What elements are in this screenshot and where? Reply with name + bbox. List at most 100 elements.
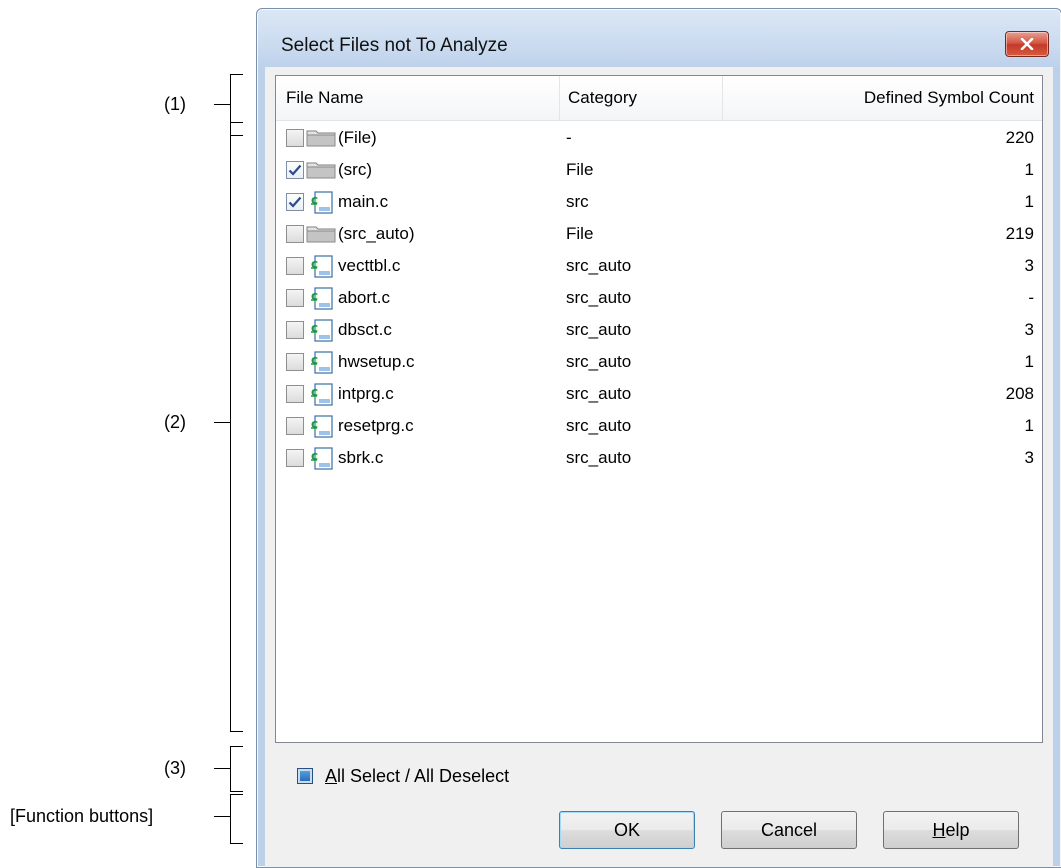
category-cell: src_auto	[566, 416, 632, 435]
c-file-icon: c	[310, 446, 336, 477]
close-x-icon	[1020, 38, 1034, 50]
symbol-count-cell: 1	[1024, 160, 1034, 179]
svg-text:c: c	[311, 449, 318, 463]
checkbox-unchecked[interactable]	[286, 449, 304, 467]
file-name-cell: (src_auto)	[338, 224, 415, 243]
ok-button[interactable]: OK	[559, 811, 695, 849]
checkmark-icon	[288, 196, 302, 208]
symbol-count-cell: -	[1028, 288, 1034, 307]
c-file-icon: c	[310, 414, 336, 445]
annotation-2-tick	[214, 422, 230, 423]
c-file-icon: c	[310, 190, 336, 221]
annotation-3-label: (3)	[164, 758, 186, 778]
annotation-3-bracket	[230, 746, 243, 792]
folder-icon	[306, 222, 336, 249]
symbol-count-cell: 208	[1005, 384, 1034, 403]
select-files-dialog: Select Files not To Analyze File Name Ca…	[256, 8, 1061, 868]
category-cell: src_auto	[566, 352, 632, 371]
svg-text:c: c	[311, 417, 318, 431]
list-header: File Name Category Defined Symbol Count	[276, 76, 1042, 121]
table-row[interactable]: (File) - 220	[276, 122, 1042, 154]
function-buttons-annotation-bracket	[230, 794, 243, 844]
checkmark-icon	[288, 164, 302, 176]
checkbox-unchecked[interactable]	[286, 289, 304, 307]
annotation-3-tick	[214, 768, 230, 769]
close-button[interactable]	[1005, 31, 1049, 57]
indeterminate-checkbox-icon[interactable]	[297, 768, 313, 784]
symbol-count-cell: 1	[1024, 416, 1034, 435]
table-row[interactable]: c sbrk.c src_auto 3	[276, 442, 1042, 474]
checkbox-unchecked[interactable]	[286, 225, 304, 243]
symbol-count-cell: 1	[1024, 352, 1034, 371]
file-name-cell: resetprg.c	[338, 416, 414, 435]
column-header-defined-symbol-count[interactable]: Defined Symbol Count	[864, 76, 1034, 120]
table-row[interactable]: c dbsct.c src_auto 3	[276, 314, 1042, 346]
c-file-icon: c	[310, 254, 336, 285]
table-row[interactable]: c vecttbl.c src_auto 3	[276, 250, 1042, 282]
column-header-file-name[interactable]: File Name	[286, 76, 363, 120]
file-name-cell: (src)	[338, 160, 372, 179]
svg-text:c: c	[311, 193, 318, 207]
annotation-1-tick	[214, 104, 230, 105]
c-file-icon: c	[310, 318, 336, 349]
dialog-title: Select Files not To Analyze	[281, 35, 508, 56]
function-buttons-annotation-tick	[214, 816, 230, 817]
file-name-cell: vecttbl.c	[338, 256, 401, 275]
file-name-cell: main.c	[338, 192, 389, 211]
table-row[interactable]: (src) File 1	[276, 154, 1042, 186]
file-name-cell: (File)	[338, 128, 377, 147]
c-file-icon: c	[310, 382, 336, 413]
symbol-count-cell: 1	[1024, 192, 1034, 211]
c-file-icon: c	[310, 286, 336, 317]
category-cell: File	[566, 224, 594, 243]
table-row[interactable]: c abort.c src_auto -	[276, 282, 1042, 314]
checkbox-unchecked[interactable]	[286, 385, 304, 403]
checkbox-checked[interactable]	[286, 193, 304, 211]
table-row[interactable]: c main.c src 1	[276, 186, 1042, 218]
column-divider[interactable]	[722, 76, 723, 120]
category-cell: src_auto	[566, 320, 632, 339]
function-buttons-annotation-label: [Function buttons]	[10, 806, 154, 826]
checkbox-unchecked[interactable]	[286, 257, 304, 275]
dialog-client-area: File Name Category Defined Symbol Count …	[265, 67, 1053, 867]
all-select-toggle[interactable]: All Select / All Deselect	[297, 761, 509, 791]
category-cell: -	[566, 128, 572, 147]
folder-icon	[306, 126, 336, 153]
checkbox-unchecked[interactable]	[286, 417, 304, 435]
column-header-category[interactable]: Category	[568, 76, 637, 120]
checkbox-checked[interactable]	[286, 161, 304, 179]
cancel-button[interactable]: Cancel	[721, 811, 857, 849]
category-cell: src_auto	[566, 288, 632, 307]
file-name-cell: intprg.c	[338, 384, 394, 403]
category-cell: src_auto	[566, 384, 632, 403]
symbol-count-cell: 219	[1005, 224, 1034, 243]
file-name-cell: sbrk.c	[338, 448, 384, 467]
table-row[interactable]: c intprg.c src_auto 208	[276, 378, 1042, 410]
annotation-2-bracket	[230, 122, 243, 732]
file-list[interactable]: File Name Category Defined Symbol Count …	[275, 75, 1043, 743]
file-name-cell: abort.c	[338, 288, 390, 307]
category-cell: File	[566, 160, 594, 179]
category-cell: src	[566, 192, 589, 211]
all-select-label: All Select / All Deselect	[325, 765, 510, 786]
annotation-2-label: (2)	[164, 412, 186, 432]
symbol-count-cell: 220	[1005, 128, 1034, 147]
help-button[interactable]: Help	[883, 811, 1019, 849]
svg-text:c: c	[311, 289, 318, 303]
symbol-count-cell: 3	[1024, 448, 1034, 467]
table-row[interactable]: (src_auto) File 219	[276, 218, 1042, 250]
checkbox-unchecked[interactable]	[286, 321, 304, 339]
c-file-icon: c	[310, 350, 336, 381]
title-bar[interactable]: Select Files not To Analyze	[257, 9, 1061, 65]
checkbox-unchecked[interactable]	[286, 353, 304, 371]
svg-text:c: c	[311, 353, 318, 367]
symbol-count-cell: 3	[1024, 256, 1034, 275]
checkbox-unchecked[interactable]	[286, 129, 304, 147]
column-divider[interactable]	[559, 76, 560, 120]
svg-text:c: c	[311, 257, 318, 271]
table-row[interactable]: c hwsetup.c src_auto 1	[276, 346, 1042, 378]
table-row[interactable]: c resetprg.c src_auto 1	[276, 410, 1042, 442]
svg-text:c: c	[311, 321, 318, 335]
annotation-1-label: (1)	[164, 94, 186, 114]
file-name-cell: dbsct.c	[338, 320, 392, 339]
